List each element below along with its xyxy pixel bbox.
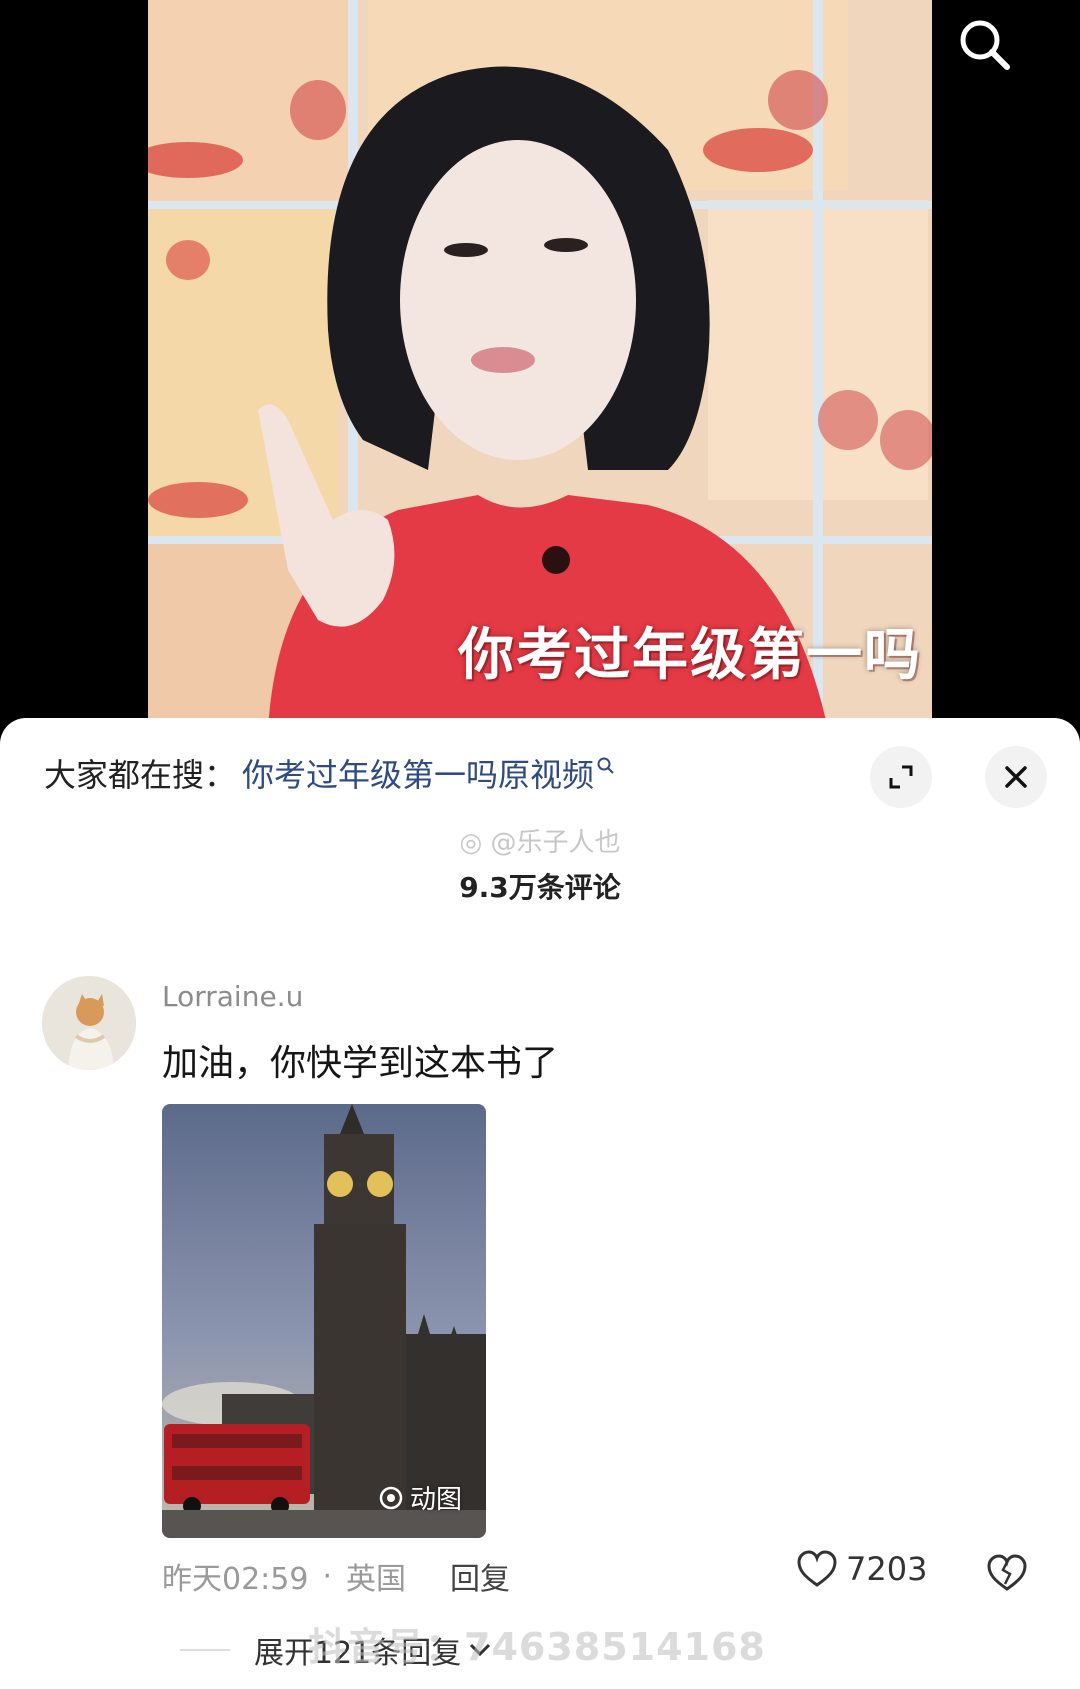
search-icon: [597, 757, 614, 774]
comment-meta: 昨天02:59 · 英国 回复: [162, 1554, 510, 1598]
video-caption: 你考过年级第一吗: [458, 623, 922, 688]
comment-time: 昨天02:59: [162, 1562, 309, 1597]
gif-label: 动图: [409, 1485, 462, 1515]
gif-icon: [379, 1486, 403, 1509]
search-icon: [960, 20, 1010, 70]
comment-sheet: 大家都在搜： 你考过年级第一吗原视频 ◎ @乐子人也 9.3万条评论 Lorra…: [0, 718, 1080, 1689]
big-ben-image: [162, 1104, 486, 1538]
expand-icon: [889, 765, 913, 789]
meta-separator: ·: [322, 1558, 333, 1594]
douyin-watermark: 抖音号：74638514168: [308, 1625, 766, 1669]
heart-icon: [797, 1550, 837, 1587]
close-button[interactable]: [985, 746, 1047, 808]
avatar[interactable]: [42, 976, 136, 1070]
broken-heart-icon: [987, 1554, 1027, 1591]
reply-button[interactable]: 回复: [450, 1554, 510, 1598]
comment-image[interactable]: 动图: [162, 1104, 486, 1538]
weibo-logo-icon: ◎: [459, 828, 483, 858]
video-frame: 你考过年级第一吗: [148, 0, 932, 730]
comment-username[interactable]: Lorraine.u: [162, 980, 303, 1013]
search-prefix-label: 大家都在搜：: [44, 756, 237, 794]
expand-button[interactable]: [870, 746, 932, 808]
comment-text: 加油，你快学到这本书了: [162, 1043, 559, 1084]
search-term-link[interactable]: 你考过年级第一吗原视频: [242, 750, 594, 796]
avatar-image: [42, 976, 136, 1070]
watermark-text: @乐子人也: [490, 828, 621, 858]
trending-search[interactable]: 大家都在搜： 你考过年级第一吗原视频: [44, 748, 616, 798]
like-count: 7203: [846, 1550, 928, 1588]
divider-line: [180, 1649, 230, 1651]
comment-location: 英国: [346, 1562, 407, 1597]
top-search-button[interactable]: [950, 10, 1020, 80]
weibo-watermark: ◎ @乐子人也: [0, 822, 1080, 859]
video-player[interactable]: 你考过年级第一吗: [0, 0, 1080, 730]
comment-count: 9.3万条评论: [459, 871, 621, 904]
dislike-button[interactable]: [986, 1554, 1028, 1596]
like-button[interactable]: 7203: [796, 1550, 927, 1588]
gif-badge: 动图: [378, 1479, 462, 1516]
close-icon: [1005, 766, 1027, 788]
